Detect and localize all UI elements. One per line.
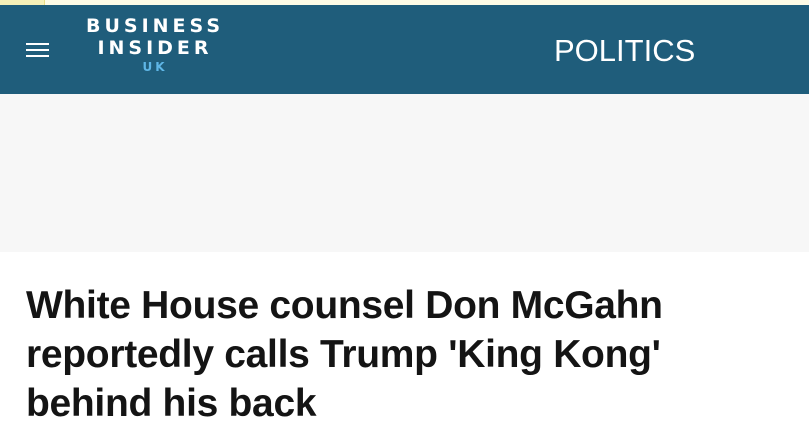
logo-edition: UK xyxy=(142,60,168,74)
menu-icon[interactable] xyxy=(24,39,52,61)
ad-placeholder xyxy=(0,94,809,252)
site-logo[interactable]: BUSINESS INSIDER UK xyxy=(80,15,230,85)
menu-icon-bar xyxy=(26,43,49,45)
menu-icon-bar xyxy=(26,49,49,51)
logo-line-business: BUSINESS xyxy=(85,15,225,37)
logo-line-insider: INSIDER xyxy=(97,37,213,59)
section-link-politics[interactable]: POLITICS xyxy=(554,33,695,69)
article-headline: White House counsel Don McGahn reportedl… xyxy=(26,284,663,425)
site-header: BUSINESS INSIDER UK POLITICS xyxy=(0,5,809,94)
menu-icon-bar xyxy=(26,55,49,57)
